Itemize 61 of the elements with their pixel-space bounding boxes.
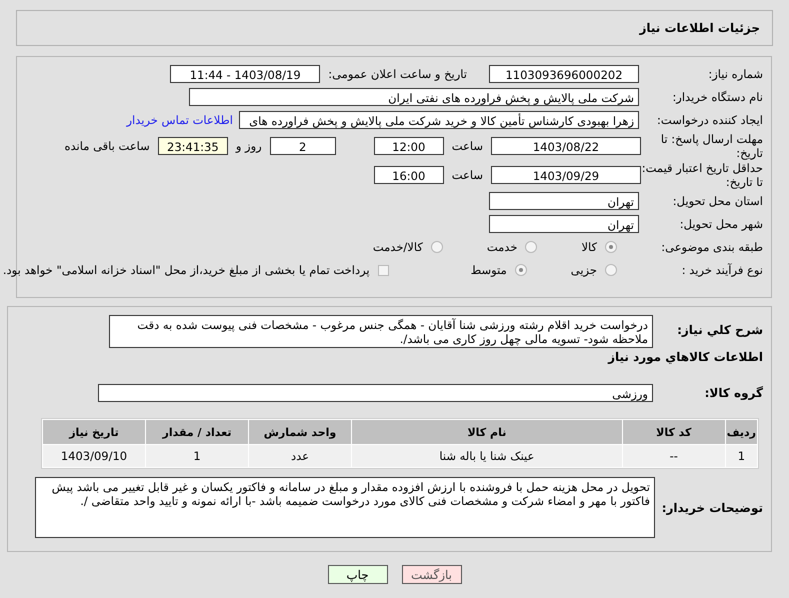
radio-label: کالا/خدمت bbox=[372, 240, 423, 254]
field-label: نوع فرآیند خرید : bbox=[680, 263, 764, 277]
field-label: شهر محل تحویل: bbox=[678, 217, 764, 231]
field-label: توضیحات خریدار: bbox=[660, 500, 764, 514]
radio-label: متوسط bbox=[470, 263, 507, 277]
column-header: ردیف bbox=[726, 420, 757, 444]
time-label: ساعت bbox=[452, 168, 483, 182]
field-label: مهلت ارسال پاسخ: تا تاریخ: bbox=[660, 132, 764, 160]
field-label: شرح كلي نياز: bbox=[676, 322, 764, 337]
field-label: ایجاد کننده درخواست: bbox=[656, 113, 764, 127]
field-label: حداقل تاریخ اعتبار قیمت: تا تاریخ: bbox=[641, 161, 764, 189]
radio-button[interactable] bbox=[430, 241, 443, 253]
checkbox-label: پرداخت تمام یا بخشی از مبلغ خرید،از محل "اسناد خزانه اسلامی" خواهد بود. bbox=[2, 263, 370, 277]
field-label: گروه کالا: bbox=[704, 386, 764, 400]
table-cell: عینک شنا یا باله شنا bbox=[352, 445, 622, 467]
remaining-label: ساعت باقی مانده bbox=[64, 139, 150, 153]
validity-date-field: 1403/09/29 bbox=[491, 166, 641, 184]
description-textarea[interactable]: درخواست خرید اقلام رشته ورزشی شنا آقایان - همگی جنس مرغوب - مشخصات فنی پیوست شده به دقت ملاحظه شود- تسویه مالی چهل روز کاری می باشد/. bbox=[109, 315, 653, 348]
days-label: روز و bbox=[236, 139, 262, 153]
province-field: تهران bbox=[489, 192, 639, 210]
requester-field: زهرا بهبودی کارشناس تأمین کالا و خرید شرکت ملی پالایش و پخش فراورده های bbox=[239, 111, 639, 129]
field-label: استان محل تحویل: bbox=[672, 194, 764, 208]
table-cell: 1 bbox=[726, 445, 757, 467]
radio-button[interactable] bbox=[605, 241, 617, 253]
validity-time-field: 16:00 bbox=[374, 166, 444, 184]
deadline-date-field: 1403/08/22 bbox=[491, 137, 641, 155]
buyer-field: شرکت ملی پالایش و پخش فراورده های نفتی ایران bbox=[189, 88, 639, 106]
days-field: 2 bbox=[270, 137, 336, 155]
table-cell: عدد bbox=[249, 445, 351, 467]
need-number-field: 1103093696000202 bbox=[489, 65, 639, 83]
announce-date-field: 1403/08/19 - 11:44 bbox=[170, 65, 320, 83]
column-header: تاریخ نیاز bbox=[43, 420, 145, 444]
action-button[interactable]: چاپ bbox=[328, 565, 388, 584]
section-heading: اطلاعات كالاهاي مورد نياز bbox=[606, 350, 764, 364]
column-header: کد کالا bbox=[622, 420, 725, 444]
buyer-contact-link[interactable]: اطلاعات تماس خریدار bbox=[126, 113, 233, 127]
column-header: تعداد / مقدار bbox=[146, 420, 248, 444]
radio-label: خدمت bbox=[486, 240, 518, 254]
page-title: جزئیات اطلاعات نیاز bbox=[639, 21, 760, 35]
field-label: طبقه بندی موضوعی: bbox=[660, 240, 764, 254]
table-cell: 1403/09/10 bbox=[43, 445, 145, 467]
field-label: تاریخ و ساعت اعلان عمومی: bbox=[328, 67, 467, 81]
buyer-notes-textarea[interactable]: تحویل در محل هزینه حمل با فروشنده با ارزش افزوده مقدار و مبلغ در سامانه و فاکتور یکسان و غیر قابل تغییر می باشد پیش فاکتور با مهر و امضاء شرکت و مشخصات فنی کالای مورد درخواست ضمیمه باشد -با ارائه نمونه و تایید واحد متقاضی /. bbox=[35, 477, 655, 538]
radio-label: جزیی bbox=[570, 263, 597, 277]
deadline-time-field: 12:00 bbox=[374, 137, 444, 155]
column-header: واحد شمارش bbox=[249, 420, 351, 444]
column-header: نام کالا bbox=[352, 420, 622, 444]
radio-button[interactable] bbox=[525, 241, 538, 253]
checkbox[interactable] bbox=[378, 264, 389, 276]
city-field: تهران bbox=[489, 215, 639, 233]
goods-group-field: ورزشی bbox=[98, 384, 653, 402]
table-cell: -- bbox=[622, 445, 725, 467]
radio-button[interactable] bbox=[605, 264, 617, 276]
field-label: شماره نیاز: bbox=[707, 67, 764, 81]
time-label: ساعت bbox=[452, 139, 483, 153]
radio-button[interactable] bbox=[514, 264, 527, 276]
radio-label: کالا bbox=[581, 240, 597, 254]
action-button[interactable]: بازگشت bbox=[402, 565, 462, 584]
table-cell: 1 bbox=[146, 445, 248, 467]
remaining-time-field: 23:41:35 bbox=[158, 137, 228, 155]
field-label: نام دستگاه خریدار: bbox=[671, 90, 764, 104]
